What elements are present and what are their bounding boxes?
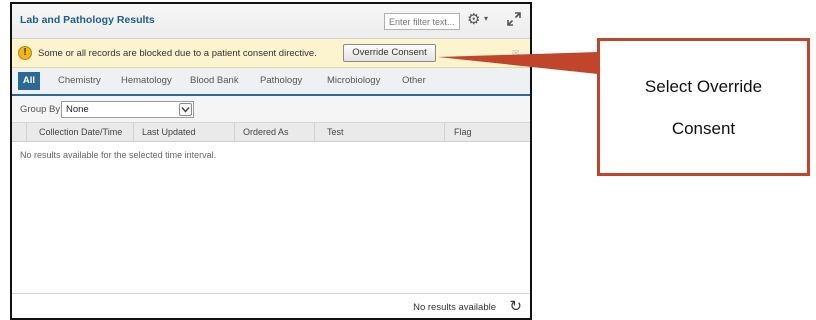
refresh-icon[interactable]: ↻ [509,297,522,315]
results-column-headers: Collection Date/Time Last Updated Ordere… [12,123,530,142]
tab-other[interactable]: Other [402,75,426,86]
column-divider [314,123,315,141]
gear-dropdown-caret[interactable]: ▾ [484,14,488,23]
column-test[interactable]: Test [327,127,344,137]
tab-chemistry[interactable]: Chemistry [58,75,101,86]
column-divider [234,123,235,141]
warning-icon: ! [18,46,32,60]
group-by-label: Group By [20,104,61,115]
column-last-updated[interactable]: Last Updated [142,127,196,137]
panel-header: Lab and Pathology Results ⚙ ▾ [12,4,530,39]
callout-text-line2: Consent [671,119,736,138]
consent-warning-banner: ! Some or all records are blocked due to… [12,39,530,68]
instruction-callout: Select Override Consent [597,38,810,176]
empty-results-message: No results available for the selected ti… [20,150,217,160]
column-divider [26,123,27,141]
tab-microbiology[interactable]: Microbiology [327,75,380,86]
expand-icon[interactable] [506,11,522,27]
panel-footer: No results available ↻ [12,293,530,318]
lab-results-panel: Lab and Pathology Results ⚙ ▾ ! Some or … [10,2,532,320]
filter-input[interactable] [384,13,460,30]
column-collection-datetime[interactable]: Collection Date/Time [39,127,122,137]
group-by-select[interactable]: None [61,101,194,118]
tab-pathology[interactable]: Pathology [260,75,302,86]
tab-blood-bank[interactable]: Blood Bank [190,75,239,86]
results-status: No results available [413,302,496,313]
gear-icon[interactable]: ⚙ [467,10,480,28]
column-flag[interactable]: Flag [454,127,472,137]
column-divider [444,123,445,141]
callout-text-line1: Select Override [644,77,763,96]
panel-title: Lab and Pathology Results [20,14,155,26]
chevron-down-icon[interactable] [179,103,192,116]
override-consent-button[interactable]: Override Consent [343,44,436,62]
tab-all[interactable]: All [18,72,40,90]
column-divider [133,123,134,141]
column-ordered-as[interactable]: Ordered As [243,127,289,137]
result-tabs: All Chemistry Hematology Blood Bank Path… [12,68,530,96]
tab-hematology[interactable]: Hematology [121,75,172,86]
group-by-value: None [66,104,89,115]
group-by-bar: Group By None [12,96,530,123]
consent-warning-text: Some or all records are blocked due to a… [38,48,317,59]
banner-dismiss-icon[interactable]: ✉ [512,48,520,59]
